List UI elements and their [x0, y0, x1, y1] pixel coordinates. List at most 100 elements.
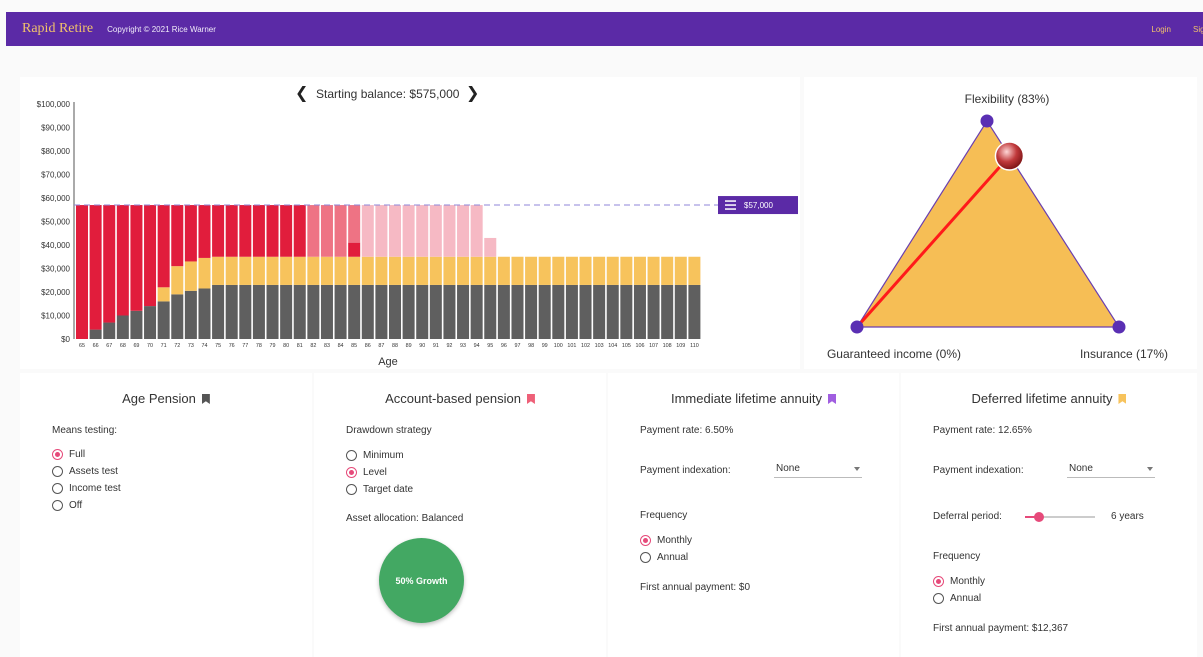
- strategy-triangle: Flexibility (83%) Guaranteed income (0%) I…: [827, 92, 1168, 361]
- pension-bar: [647, 284, 660, 339]
- abp-bar: [375, 205, 388, 257]
- flexibility-vertex: [980, 114, 994, 128]
- x-tick-label: 105: [622, 343, 631, 349]
- means-test-option-off[interactable]: Off: [52, 500, 82, 511]
- annuity-bar: [579, 256, 592, 285]
- target-income-badge[interactable]: $57,000: [718, 196, 798, 215]
- radio-icon[interactable]: [346, 467, 357, 478]
- annuity-bar: [606, 256, 619, 285]
- ila-indexation-select[interactable]: None: [774, 460, 862, 478]
- guaranteed-vertex: [850, 320, 864, 334]
- badge-value: $57,000: [744, 201, 773, 210]
- annuity-bar: [225, 256, 238, 285]
- app-brand[interactable]: Rapid Retire: [22, 21, 93, 37]
- bookmark-icon[interactable]: [1118, 394, 1127, 404]
- growth-allocation-button[interactable]: 50% Growth: [379, 538, 464, 623]
- drawdown-option-level[interactable]: Level: [346, 467, 387, 478]
- annuity-bar: [661, 256, 674, 285]
- bookmark-icon[interactable]: [828, 394, 836, 404]
- pension-bar: [606, 284, 619, 339]
- radio-label: Monthly: [950, 576, 986, 587]
- pension-bar: [633, 284, 646, 339]
- pension-bar: [579, 284, 592, 339]
- ila-frequency-option-annual[interactable]: Annual: [640, 552, 688, 563]
- login-link[interactable]: Login: [1151, 25, 1171, 34]
- x-tick-label: 83: [324, 343, 330, 349]
- pension-bar: [293, 284, 306, 339]
- radio-icon[interactable]: [640, 535, 651, 546]
- x-tick-label: 101: [567, 343, 576, 349]
- means-test-option-assets-test[interactable]: Assets test: [52, 466, 118, 477]
- abp-bar: [348, 242, 361, 257]
- y-tick-label: $20,000: [41, 288, 70, 297]
- allocation-handle[interactable]: [994, 141, 1025, 171]
- pension-bar: [334, 284, 347, 339]
- pension-bar: [389, 284, 402, 339]
- x-tick-label: 78: [256, 343, 262, 349]
- annuity-bar: [334, 256, 347, 285]
- bookmark-icon[interactable]: [201, 394, 210, 404]
- dla-frequency-option-monthly[interactable]: Monthly: [933, 576, 985, 587]
- abp-bar: [130, 205, 143, 311]
- radio-icon[interactable]: [346, 450, 357, 461]
- bookmark-icon[interactable]: [526, 394, 535, 404]
- annuity-bar: [633, 256, 646, 285]
- pension-bar: [688, 284, 701, 339]
- radio-icon[interactable]: [52, 449, 63, 460]
- ila-first-payment: First annual payment: $0: [640, 582, 751, 593]
- radio-icon[interactable]: [933, 593, 944, 604]
- pension-bar: [402, 284, 415, 339]
- pension-bar: [266, 284, 279, 339]
- pension-bar: [470, 284, 483, 339]
- radio-icon[interactable]: [52, 466, 63, 477]
- annuity-bar: [212, 256, 225, 285]
- radio-icon[interactable]: [933, 576, 944, 587]
- abp-bar: [116, 205, 129, 316]
- abp-bar: [320, 205, 333, 257]
- drawdown-option-target-date[interactable]: Target date: [346, 484, 413, 495]
- radio-icon[interactable]: [52, 483, 63, 494]
- signup-link[interactable]: Sign: [1193, 25, 1203, 34]
- annuity-bar: [511, 256, 524, 285]
- stacked-bar-chart: $0 $10,000 $20,000 $30,000 $40,000 $50,000 $60…: [37, 100, 798, 368]
- means-test-option-income-test[interactable]: Income test: [52, 483, 121, 494]
- dropdown-caret-icon: [854, 466, 860, 471]
- x-tick-label: 94: [474, 343, 480, 349]
- deferral-slider-thumb[interactable]: [1034, 512, 1044, 522]
- pension-bar: [307, 284, 320, 339]
- means-test-option-full[interactable]: Full: [52, 449, 85, 460]
- abp-bar: [252, 205, 265, 257]
- annuity-bar: [320, 256, 333, 285]
- drawdown-option-minimum[interactable]: Minimum: [346, 450, 404, 461]
- abp-bar: [334, 205, 347, 257]
- dla-frequency-option-annual[interactable]: Annual: [933, 593, 981, 604]
- radio-icon[interactable]: [346, 484, 357, 495]
- pension-bar: [252, 284, 265, 339]
- ila-frequency-option-monthly[interactable]: Monthly: [640, 535, 692, 546]
- pension-bar: [375, 284, 388, 339]
- dla-indexation-select[interactable]: None: [1067, 460, 1155, 478]
- annuity-bar: [280, 256, 293, 285]
- annuity-bar: [184, 261, 197, 291]
- pension-bar: [144, 306, 157, 339]
- pension-bar: [497, 284, 510, 339]
- x-tick-label: 70: [147, 343, 153, 349]
- y-tick-label: $10,000: [41, 312, 70, 321]
- pension-bar: [171, 294, 184, 339]
- x-tick-label: 65: [79, 343, 85, 349]
- age-pension-card: Age Pension Means testing: Full Assets te…: [20, 373, 312, 657]
- radio-label: Income test: [69, 483, 121, 494]
- pension-bar: [116, 315, 129, 339]
- radio-label: Minimum: [363, 450, 404, 461]
- radio-label: Level: [363, 467, 387, 478]
- x-tick-label: 67: [106, 343, 112, 349]
- radio-icon[interactable]: [640, 552, 651, 563]
- deferral-period-value: 6 years: [1111, 511, 1144, 522]
- x-tick-label: 90: [419, 343, 425, 349]
- x-tick-label: 68: [120, 343, 126, 349]
- radio-icon[interactable]: [52, 500, 63, 511]
- y-tick-label: $60,000: [41, 194, 70, 203]
- deferral-slider[interactable]: [1025, 512, 1095, 522]
- x-tick-label: 91: [433, 343, 439, 349]
- income-chart-panel: ❮ Starting balance: $575,000 ❯ $0 $10,000…: [20, 77, 800, 369]
